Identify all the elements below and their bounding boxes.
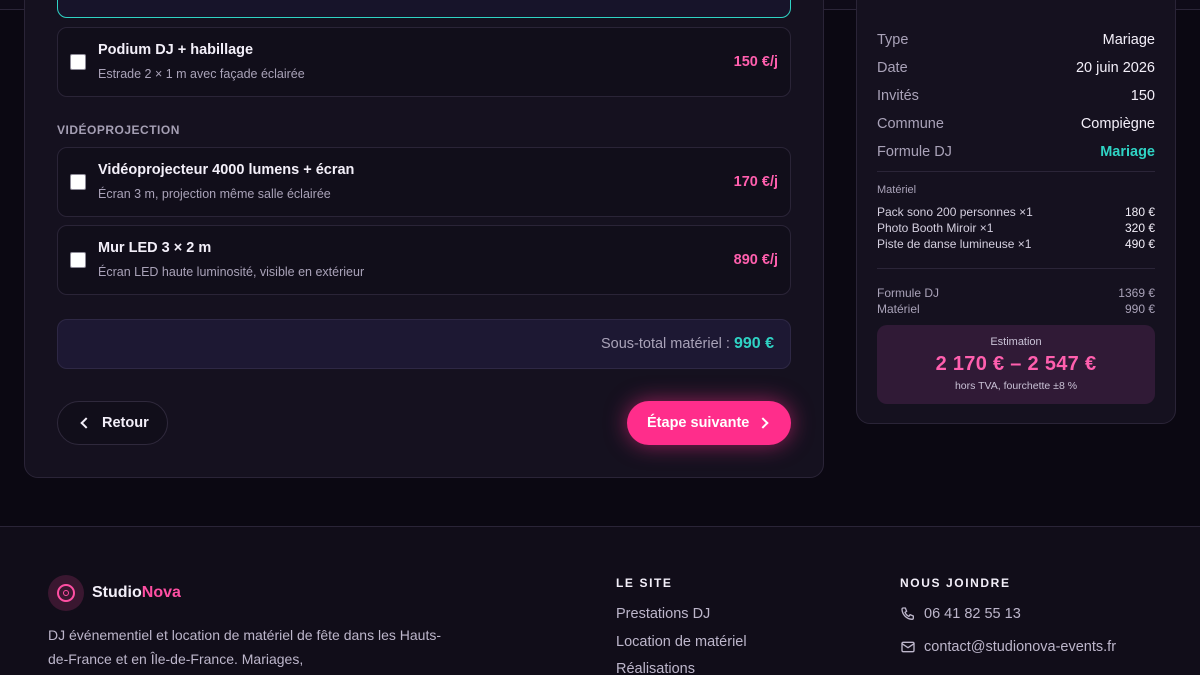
estimate-note: hors TVA, fourchette ±8 %: [954, 380, 1078, 392]
summary-key: Type: [877, 32, 909, 48]
subtotal-bar: Sous-total matériel : 990 €: [57, 319, 791, 369]
summary-row-commune: Commune Compiègne: [877, 116, 1155, 136]
summary-row-date: Date 20 juin 2026: [877, 60, 1155, 80]
chevron-right-icon: [757, 417, 769, 429]
total-key: Formule DJ: [877, 286, 940, 300]
email-text: contact@studionova-events.fr: [924, 639, 1117, 655]
option-checkbox[interactable]: [70, 54, 86, 70]
footer-heading-site: LE SITE: [616, 576, 673, 590]
back-button-label: Retour: [102, 415, 149, 431]
materiel-price: 490 €: [1124, 237, 1155, 251]
next-step-button[interactable]: Étape suivante: [627, 401, 791, 445]
footer-link-realisations[interactable]: Réalisations: [616, 661, 695, 675]
footer-heading-contact: NOUS JOINDRE: [900, 576, 1011, 590]
chevron-left-icon: [80, 417, 92, 429]
option-podium-dj[interactable]: Podium DJ + habillage Estrade 2 × 1 m av…: [57, 27, 791, 97]
materiel-price: 180 €: [1124, 205, 1155, 219]
materiel-item: Pack sono 200 personnes ×1 180 €: [877, 205, 1155, 221]
subtotal-value: 990 €: [733, 335, 774, 352]
summary-key: Formule DJ: [877, 144, 952, 160]
materiel-name: Pack sono 200 personnes ×1: [877, 205, 1033, 219]
total-value: 990 €: [1124, 302, 1155, 316]
materiel-price: 320 €: [1124, 221, 1155, 235]
subtotal-label: Sous-total matériel :: [600, 336, 730, 352]
option-videoprojecteur[interactable]: Vidéoprojecteur 4000 lumens + écran Écra…: [57, 147, 791, 217]
selected-option-card[interactable]: [57, 0, 791, 18]
materiel-item: Photo Booth Miroir ×1 320 €: [877, 221, 1155, 237]
phone-text: 06 41 82 55 13: [924, 606, 1021, 622]
materiel-label: Matériel: [877, 184, 917, 196]
option-checkbox[interactable]: [70, 252, 86, 268]
option-price: 170 €/j: [733, 174, 778, 190]
estimate-range: 2 170 € – 2 547 €: [935, 353, 1097, 375]
summary-row-invites: Invités 150: [877, 88, 1155, 108]
summary-key: Date: [877, 60, 908, 76]
summary-value: 20 juin 2026: [1075, 60, 1155, 76]
summary-key: Commune: [877, 116, 944, 132]
total-row-materiel: Matériel 990 €: [877, 302, 1155, 318]
materiel-name: Photo Booth Miroir ×1: [877, 221, 994, 235]
mail-icon: [901, 641, 915, 653]
total-key: Matériel: [877, 302, 920, 316]
vinyl-logo-icon: [48, 575, 84, 611]
option-name: Vidéoprojecteur 4000 lumens + écran: [98, 162, 355, 178]
back-button[interactable]: Retour: [57, 401, 168, 445]
estimate-box: Estimation 2 170 € – 2 547 € hors TVA, f…: [877, 325, 1155, 404]
estimate-label: Estimation: [990, 336, 1042, 348]
summary-value: Mariage: [1100, 144, 1155, 160]
summary-value: Compiègne: [1080, 116, 1155, 132]
summary-row-formule: Formule DJ Mariage: [877, 144, 1155, 164]
summary-divider: [877, 171, 1155, 172]
option-name: Podium DJ + habillage: [98, 42, 254, 58]
summary-key: Invités: [877, 88, 919, 104]
brand-part-1: Studio: [92, 584, 142, 601]
summary-value: Mariage: [1102, 32, 1155, 48]
summary-row-type: Type Mariage: [877, 32, 1155, 52]
footer-link-prestations[interactable]: Prestations DJ: [616, 606, 710, 622]
footer-link-location[interactable]: Location de matériel: [616, 634, 747, 650]
option-checkbox[interactable]: [70, 174, 86, 190]
summary-divider: [877, 268, 1155, 269]
materiel-name: Piste de danse lumineuse ×1: [877, 237, 1032, 251]
total-value: 1369 €: [1118, 286, 1155, 300]
option-description: Écran 3 m, projection même salle éclairé…: [98, 187, 331, 201]
section-title-video: VIDÉOPROJECTION: [57, 123, 180, 137]
brand-part-2: Nova: [141, 584, 181, 601]
option-description: Estrade 2 × 1 m avec façade éclairée: [98, 67, 305, 81]
option-description: Écran LED haute luminosité, visible en e…: [98, 265, 365, 279]
footer-description: DJ événementiel et location de matériel …: [48, 627, 441, 667]
option-mur-led[interactable]: Mur LED 3 × 2 m Écran LED haute luminosi…: [57, 225, 791, 295]
option-name: Mur LED 3 × 2 m: [98, 240, 212, 256]
footer-brand[interactable]: StudioNova: [92, 584, 181, 602]
option-price: 890 €/j: [733, 252, 778, 268]
total-row-formule: Formule DJ 1369 €: [877, 286, 1155, 302]
next-button-label: Étape suivante: [647, 415, 750, 431]
phone-icon: [901, 607, 914, 620]
summary-value: 150: [1130, 88, 1155, 104]
option-price: 150 €/j: [733, 54, 778, 70]
materiel-item: Piste de danse lumineuse ×1 490 €: [877, 237, 1155, 253]
